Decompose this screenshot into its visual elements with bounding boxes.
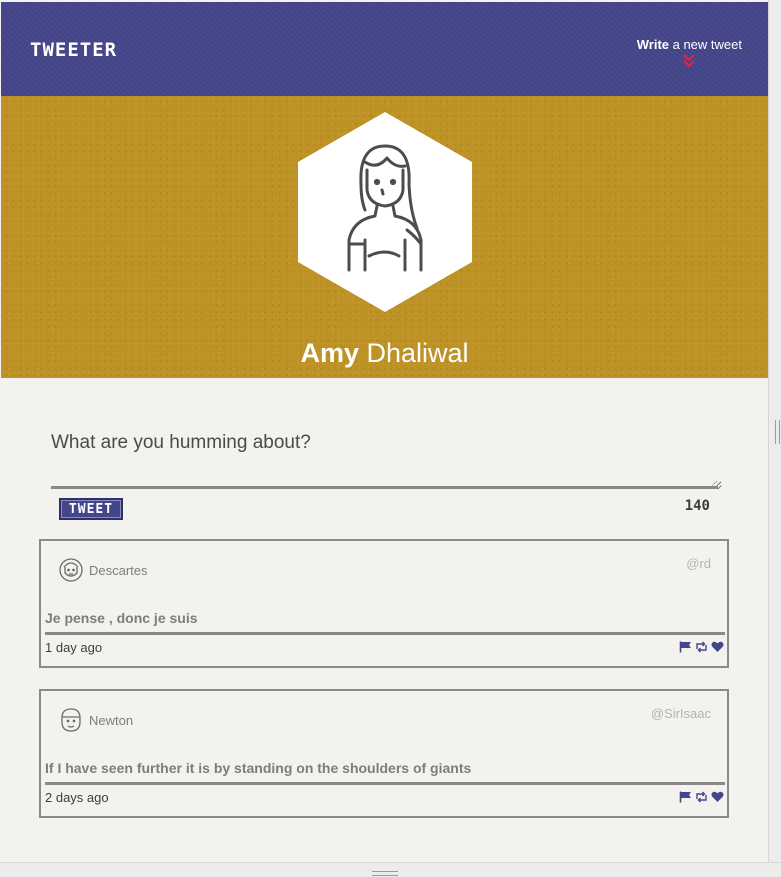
tweet-author-handle[interactable]: @SirIsaac: [651, 706, 711, 721]
compose-toggle[interactable]: Write a new tweet: [637, 37, 742, 68]
composer-placeholder: What are you humming about?: [51, 432, 311, 453]
char-counter: 140: [684, 498, 710, 514]
profile-name: Amy Dhaliwal: [1, 338, 768, 369]
tweet-author-handle[interactable]: @rd: [686, 556, 711, 571]
horizontal-scrollbar[interactable]: [0, 862, 781, 877]
composer-underline: [51, 486, 718, 489]
tweet-text: Je pense , donc je suis: [45, 610, 198, 626]
woman-avatar-icon: [347, 144, 423, 272]
man-avatar-icon: [61, 708, 81, 732]
tweet-author-name[interactable]: Newton: [89, 713, 133, 728]
top-navbar: TWEETER Write a new tweet: [1, 2, 768, 96]
tweet-actions: [679, 640, 724, 653]
tweet-actions: [679, 790, 724, 803]
tweet-text: If I have seen further it is by standing…: [45, 760, 472, 776]
vertical-scrollbar[interactable]: [768, 0, 781, 877]
tweet-card: Newton @SirIsaac If I have seen further …: [39, 689, 729, 818]
first-name: Amy: [300, 338, 359, 368]
tweet-button[interactable]: TWEET: [59, 498, 123, 520]
flag-icon[interactable]: [679, 790, 692, 803]
heart-icon[interactable]: [711, 790, 724, 802]
tweet-timestamp: 2 days ago: [45, 790, 109, 805]
retweet-icon[interactable]: [695, 790, 708, 803]
retweet-icon[interactable]: [695, 640, 708, 653]
double-chevron-down-icon[interactable]: [682, 54, 696, 68]
tweet-card: Descartes @rd Je pense , donc je suis 1 …: [39, 539, 729, 668]
profile-avatar-frame: [298, 112, 472, 312]
textarea-resize-handle[interactable]: [712, 481, 717, 486]
man-avatar-icon: [59, 558, 83, 582]
profile-banner: Amy Dhaliwal: [1, 96, 768, 378]
flag-icon[interactable]: [679, 640, 692, 653]
tweet-divider: [45, 632, 725, 635]
scrollbar-grip[interactable]: [775, 420, 780, 444]
app-logo[interactable]: TWEETER: [30, 39, 117, 61]
tweet-divider: [45, 782, 725, 785]
heart-icon[interactable]: [711, 640, 724, 652]
scrollbar-grip[interactable]: [372, 871, 398, 876]
tweet-author-name[interactable]: Descartes: [89, 563, 148, 578]
compose-label: Write a new tweet: [636, 37, 742, 52]
tweet-timestamp: 1 day ago: [45, 640, 103, 655]
last-name: Dhaliwal: [358, 338, 469, 368]
